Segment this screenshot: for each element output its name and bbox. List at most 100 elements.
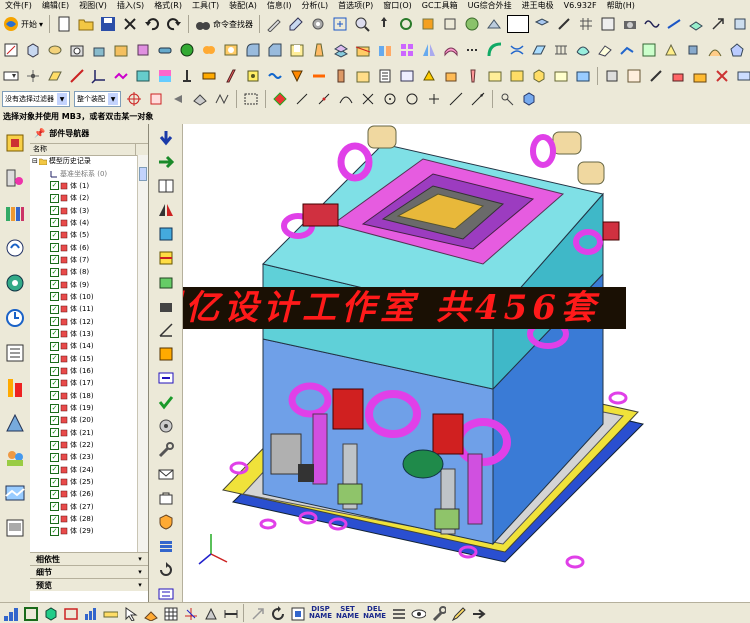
selection-scope-dropdown[interactable]: 整个装配 ▼	[74, 91, 121, 107]
intersection-snap-icon[interactable]	[359, 90, 377, 108]
point-on-curve-icon[interactable]	[447, 90, 465, 108]
mirror-icon[interactable]	[420, 41, 438, 59]
edit-display-icon[interactable]	[555, 15, 573, 33]
green-arrow-icon[interactable]	[155, 152, 177, 172]
chamfer-icon[interactable]	[266, 41, 284, 59]
cube-icon[interactable]	[42, 605, 58, 621]
create-box-icon[interactable]	[530, 67, 548, 85]
checkbox[interactable]: ✓	[50, 428, 59, 438]
checkbox[interactable]: ✓	[50, 354, 59, 364]
body-node[interactable]: ✓ 体 (19)	[30, 402, 138, 414]
down-arrow-icon[interactable]	[155, 128, 177, 148]
constraint-icon[interactable]	[647, 67, 665, 85]
electrode-icon[interactable]	[332, 67, 350, 85]
split-body-icon[interactable]	[376, 41, 394, 59]
menu-item[interactable]: 首选项(P)	[333, 0, 378, 11]
slot-icon[interactable]	[156, 41, 174, 59]
body-node[interactable]: ✓ 体 (6)	[30, 241, 138, 253]
menu-item[interactable]: 插入(S)	[112, 0, 149, 11]
cut-icon[interactable]	[121, 15, 139, 33]
background-color-swatch[interactable]	[507, 15, 530, 33]
box-frame-icon[interactable]	[62, 605, 78, 621]
wave-icon[interactable]	[643, 15, 661, 33]
face-blend-icon[interactable]	[706, 41, 724, 59]
body-node[interactable]: ✓ 体 (2)	[30, 192, 138, 204]
datum-axis-icon[interactable]	[68, 67, 86, 85]
new-file-icon[interactable]	[55, 15, 73, 33]
toolbox-icon[interactable]	[155, 488, 177, 508]
menu-item[interactable]: GC工具箱	[417, 0, 463, 11]
trim-sheet-icon[interactable]	[640, 41, 658, 59]
menu-item[interactable]: 帮助(H)	[602, 0, 640, 11]
checkbox[interactable]: ✓	[50, 206, 59, 216]
view-manager-icon[interactable]	[508, 67, 526, 85]
checkbox[interactable]: ✓	[50, 366, 59, 376]
cursor-select-icon[interactable]	[122, 605, 138, 621]
menu-item[interactable]: 编辑(E)	[37, 0, 74, 11]
quadrant-snap-icon[interactable]	[403, 90, 421, 108]
type-filter-dropdown[interactable]: 没有选择过滤器 ▼	[2, 91, 70, 107]
filter-feature-icon[interactable]	[213, 90, 231, 108]
navigator-scrollbar[interactable]	[137, 155, 148, 552]
boolean-subtract-icon[interactable]	[222, 41, 240, 59]
settings-star-icon[interactable]	[155, 416, 177, 436]
checkbox[interactable]: ✓	[50, 292, 59, 302]
checkbox[interactable]: ✓	[50, 280, 59, 290]
square-icon[interactable]	[22, 605, 38, 621]
refresh-icon[interactable]	[269, 605, 285, 621]
block-icon[interactable]	[155, 296, 177, 316]
stack-icon[interactable]	[155, 536, 177, 556]
menu-item[interactable]: UG综合外挂	[463, 0, 517, 11]
wcs-icon[interactable]	[498, 90, 516, 108]
checkbox[interactable]: ✓	[50, 193, 59, 203]
checkbox[interactable]: ✓	[50, 502, 59, 512]
part-navigator-icon[interactable]	[2, 200, 28, 226]
name-label-icon[interactable]	[155, 584, 177, 604]
runner-icon[interactable]	[310, 67, 328, 85]
set-name-button[interactable]: SET NAME	[336, 606, 359, 620]
cut-region-icon[interactable]	[155, 224, 177, 244]
body-node[interactable]: ✓ 体 (12)	[30, 315, 138, 327]
plane-icon[interactable]	[687, 15, 705, 33]
lifter-icon[interactable]	[222, 67, 240, 85]
hole-icon[interactable]	[68, 41, 86, 59]
studio-surface-icon[interactable]	[574, 41, 592, 59]
thicken-icon[interactable]	[442, 41, 460, 59]
body-node[interactable]: ✓ 体 (26)	[30, 488, 138, 500]
orient-icon[interactable]	[665, 15, 683, 33]
checkbox[interactable]: ✓	[50, 452, 59, 462]
point-on-face-icon[interactable]	[469, 90, 487, 108]
arrow-right-icon[interactable]	[470, 605, 486, 621]
bill-of-materials-icon[interactable]	[376, 67, 394, 85]
body-node[interactable]: ✓ 体 (29)	[30, 525, 138, 537]
checkbox[interactable]: ✓	[50, 440, 59, 450]
shield-icon[interactable]	[155, 512, 177, 532]
pad-icon[interactable]	[134, 41, 152, 59]
checkbox[interactable]: ✓	[50, 317, 59, 327]
datum-plane-icon[interactable]	[46, 67, 64, 85]
arc-center-snap-icon[interactable]	[381, 90, 399, 108]
mirror-plane-icon[interactable]	[155, 200, 177, 220]
checkbox[interactable]: ✓	[50, 230, 59, 240]
checkbox[interactable]: ✓	[50, 391, 59, 401]
sew-icon[interactable]	[464, 41, 482, 59]
datum-csys-icon[interactable]	[90, 67, 108, 85]
body-node[interactable]: ✓ 体 (23)	[30, 451, 138, 463]
book-icon[interactable]	[155, 176, 177, 196]
expand-toggle-icon[interactable]: ⊟	[32, 157, 38, 165]
body-node[interactable]: ✓ 体 (1)	[30, 180, 138, 192]
general-select-icon[interactable]	[125, 90, 143, 108]
wrench-tool-icon[interactable]	[430, 605, 446, 621]
del-name-button[interactable]: DEL NAME	[363, 606, 386, 620]
checkbox[interactable]: ✓	[50, 304, 59, 314]
details-section[interactable]: 细节 ▾	[30, 565, 148, 578]
body-node[interactable]: ✓ 体 (9)	[30, 278, 138, 290]
drawing-icon[interactable]	[398, 67, 416, 85]
list-view-icon[interactable]	[390, 605, 406, 621]
body-node[interactable]: ✓ 体 (22)	[30, 439, 138, 451]
check-mark-icon[interactable]	[155, 392, 177, 412]
checkbox[interactable]: ✓	[50, 267, 59, 277]
checkbox[interactable]: ✓	[50, 243, 59, 253]
checkbox[interactable]: ✓	[50, 378, 59, 388]
envelope-icon[interactable]	[155, 464, 177, 484]
